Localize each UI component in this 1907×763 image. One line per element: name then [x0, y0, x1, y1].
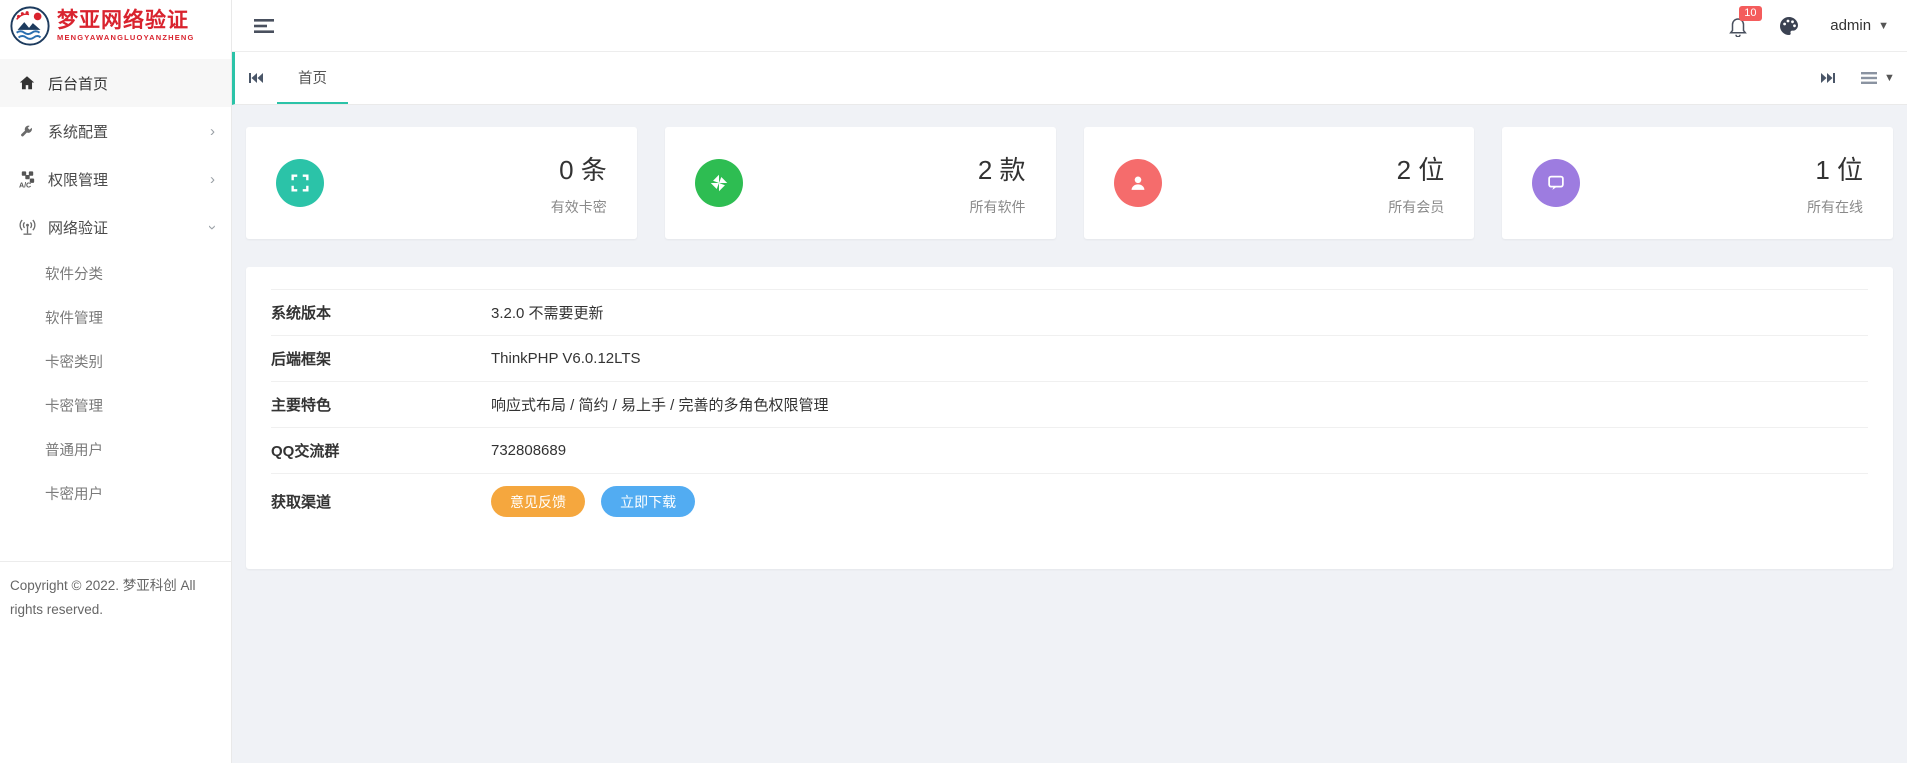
- stat-card-valid-cards: 0 条 有效卡密: [246, 127, 637, 239]
- stat-card-all-members: 2 位 所有会员: [1084, 127, 1475, 239]
- stat-value: 2 位: [1388, 150, 1444, 187]
- stat-label: 所有会员: [1388, 197, 1444, 217]
- download-button[interactable]: 立即下载: [601, 486, 695, 517]
- sidebar-subitem-label: 卡密管理: [45, 395, 103, 416]
- broadcast-icon: [16, 218, 38, 237]
- info-row-download-channel: 获取渠道 意见反馈 立即下载: [271, 473, 1868, 529]
- user-menu[interactable]: admin ▼: [1830, 17, 1893, 34]
- wrench-icon: [16, 122, 38, 140]
- sidebar-item-label: 后台首页: [48, 73, 108, 94]
- info-row-features: 主要特色 响应式布局 / 简约 / 易上手 / 完善的多角色权限管理: [271, 381, 1868, 427]
- sidebar-subitem-card-user[interactable]: 卡密用户: [0, 471, 231, 515]
- tab-options-menu-icon[interactable]: ▼: [1849, 52, 1907, 104]
- stat-card-all-online: 1 位 所有在线: [1502, 127, 1893, 239]
- info-value: 3.2.0 不需要更新: [491, 302, 604, 323]
- home-icon: [16, 74, 38, 92]
- stat-label: 所有在线: [1807, 197, 1863, 217]
- sidebar-menu: 后台首页 系统配置 › A/C: [0, 51, 231, 515]
- sidebar-item-network-verify[interactable]: 网络验证 ›: [0, 203, 231, 251]
- pinwheel-icon: [695, 159, 743, 207]
- chevron-right-icon: ›: [210, 172, 215, 187]
- username: admin: [1830, 17, 1871, 34]
- brand-title: 梦亚网络验证: [57, 10, 195, 31]
- sidebar: 梦亚网络验证 MENGYAWANGLUOYANZHENG 后台首页 系统配置 ›: [0, 0, 232, 763]
- notification-badge: 10: [1739, 6, 1761, 21]
- user-icon: [1114, 159, 1162, 207]
- brand-logo[interactable]: 梦亚网络验证 MENGYAWANGLUOYANZHENG: [0, 0, 231, 51]
- info-value: ThinkPHP V6.0.12LTS: [491, 350, 641, 367]
- info-row-version: 系统版本 3.2.0 不需要更新: [271, 289, 1868, 335]
- stat-value: 2 款: [970, 150, 1026, 187]
- info-row-framework: 后端框架 ThinkPHP V6.0.12LTS: [271, 335, 1868, 381]
- stat-value: 0 条: [551, 150, 607, 187]
- info-label: 系统版本: [271, 302, 491, 323]
- sidebar-item-label: 网络验证: [48, 217, 108, 238]
- theme-palette-icon[interactable]: [1778, 15, 1800, 37]
- feedback-button[interactable]: 意见反馈: [491, 486, 585, 517]
- sidebar-subitem-normal-user[interactable]: 普通用户: [0, 427, 231, 471]
- sidebar-subitem-software-manage[interactable]: 软件管理: [0, 295, 231, 339]
- info-label: 主要特色: [271, 394, 491, 415]
- sidebar-item-permission[interactable]: A/C 权限管理 ›: [0, 155, 231, 203]
- sidebar-subitem-label: 卡密用户: [45, 483, 103, 504]
- svg-text:A/C: A/C: [18, 181, 30, 188]
- stat-card-all-software: 2 款 所有软件: [665, 127, 1056, 239]
- sidebar-subitem-card-category[interactable]: 卡密类别: [0, 339, 231, 383]
- info-label: QQ交流群: [271, 440, 491, 461]
- auth-icon: A/C: [16, 170, 38, 189]
- sidebar-item-label: 权限管理: [48, 169, 108, 190]
- stat-value: 1 位: [1807, 150, 1863, 187]
- tab-scroll-left-icon[interactable]: [235, 52, 277, 104]
- stat-cards-row: 0 条 有效卡密 2 款 所有: [246, 127, 1893, 239]
- content-area: 0 条 有效卡密 2 款 所有: [232, 105, 1907, 763]
- info-row-qq-group: QQ交流群 732808689: [271, 427, 1868, 473]
- sidebar-subitem-label: 软件管理: [45, 307, 103, 328]
- tabbar-right-controls: ▼: [1807, 52, 1907, 104]
- info-value: 响应式布局 / 简约 / 易上手 / 完善的多角色权限管理: [491, 394, 829, 415]
- top-bar: 10 admin ▼: [232, 0, 1907, 52]
- sidebar-subitem-label: 普通用户: [45, 439, 103, 460]
- tab-label: 首页: [298, 67, 327, 88]
- sidebar-subitem-label: 卡密类别: [45, 351, 103, 372]
- info-value: 732808689: [491, 442, 566, 459]
- screen-full-icon: [276, 159, 324, 207]
- tab-bar: 首页 ▼: [232, 52, 1907, 105]
- app-window: 梦亚网络验证 MENGYAWANGLUOYANZHENG 后台首页 系统配置 ›: [0, 0, 1907, 763]
- copyright-text: Copyright © 2022. 梦亚科创 All rights reserv…: [0, 561, 231, 621]
- sidebar-item-label: 系统配置: [48, 121, 108, 142]
- sidebar-subitem-software-category[interactable]: 软件分类: [0, 251, 231, 295]
- brand-subtitle: MENGYAWANGLUOYANZHENG: [57, 34, 195, 42]
- chevron-right-icon: ›: [210, 124, 215, 139]
- system-info-panel: 系统版本 3.2.0 不需要更新 后端框架 ThinkPHP V6.0.12LT…: [246, 267, 1893, 569]
- stat-label: 所有软件: [970, 197, 1026, 217]
- sidebar-item-system-config[interactable]: 系统配置 ›: [0, 107, 231, 155]
- caret-down-icon: ▼: [1884, 72, 1895, 84]
- brand-emblem-icon: [9, 5, 51, 47]
- info-label: 获取渠道: [271, 491, 491, 512]
- brand-text: 梦亚网络验证 MENGYAWANGLUOYANZHENG: [57, 10, 195, 42]
- main-column: 10 admin ▼: [232, 0, 1907, 763]
- chat-icon: [1532, 159, 1580, 207]
- sidebar-item-home[interactable]: 后台首页: [0, 59, 231, 107]
- notification-bell-icon[interactable]: 10: [1728, 15, 1748, 37]
- chevron-down-icon: ›: [205, 225, 220, 230]
- caret-down-icon: ▼: [1878, 20, 1889, 32]
- sidebar-subitem-card-manage[interactable]: 卡密管理: [0, 383, 231, 427]
- sidebar-subitem-label: 软件分类: [45, 263, 103, 284]
- info-buttons: 意见反馈 立即下载: [491, 486, 707, 517]
- hamburger-icon[interactable]: [253, 17, 275, 35]
- stat-label: 有效卡密: [551, 197, 607, 217]
- tab-scroll-right-icon[interactable]: [1807, 52, 1849, 104]
- info-label: 后端框架: [271, 348, 491, 369]
- tab-home[interactable]: 首页: [277, 52, 348, 104]
